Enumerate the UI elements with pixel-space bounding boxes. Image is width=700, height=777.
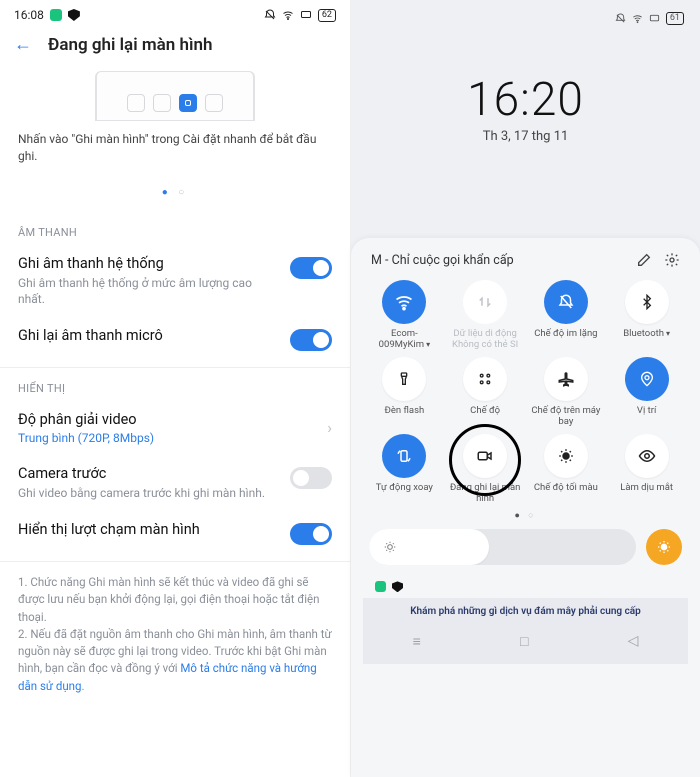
toggle-system-audio[interactable] (290, 257, 332, 279)
panel-page-indicator: ● ○ (363, 504, 688, 529)
cast-icon (300, 9, 312, 21)
qs-screen-record[interactable]: Đang ghi lại màn hình (446, 434, 525, 505)
chevron-right-icon: › (327, 418, 332, 437)
qs-wifi[interactable]: Ecom-009MyKim▾ (365, 280, 444, 351)
battery-icon: 61 (666, 12, 684, 25)
record-icon (463, 434, 507, 478)
wifi-icon (282, 9, 294, 21)
qs-eye-comfort[interactable]: Làm dịu mắt (607, 434, 686, 505)
row-title: Độ phân giải video (18, 411, 313, 428)
brightness-icon (544, 434, 588, 478)
mute-icon (615, 13, 626, 24)
toggle-show-touches[interactable] (290, 523, 332, 545)
qs-airplane[interactable]: Chế độ trên máy bay (527, 357, 606, 428)
nav-home-icon[interactable]: □ (520, 633, 528, 650)
qs-autorotate[interactable]: Tự động xoay (365, 434, 444, 505)
toggle-mic-audio[interactable] (290, 329, 332, 351)
row-title: Ghi âm thanh hệ thống (18, 255, 276, 272)
row-front-camera[interactable]: Camera trước Ghi video bằng camera trước… (0, 455, 350, 511)
eye-icon (625, 434, 669, 478)
battery-icon: 62 (318, 9, 336, 22)
page-indicator: ● ○ (0, 177, 350, 212)
row-subtitle: Ghi video bằng camera trước khi ghi màn … (18, 485, 276, 501)
status-bar: 61 (351, 0, 700, 33)
cast-icon (649, 13, 660, 24)
qs-silent[interactable]: Chế độ im lặng (527, 280, 606, 351)
qs-mode[interactable]: Chế độ (446, 357, 525, 428)
edit-icon[interactable] (636, 252, 652, 268)
flashlight-icon (382, 357, 426, 401)
wifi-icon (382, 280, 426, 324)
qs-mobile-data[interactable]: Dữ liệu di độngKhông có thẻ SI (446, 280, 525, 351)
row-subtitle: Ghi âm thanh hệ thống ở mức âm lượng cao… (18, 275, 276, 307)
toggle-front-camera[interactable] (290, 467, 332, 489)
lockscreen-clock: 16:20 Th 3, 17 thg 11 (351, 73, 700, 144)
row-title: Camera trước (18, 465, 276, 482)
hint-text: Nhấn vào "Ghi màn hình" trong Cài đặt nh… (0, 131, 350, 177)
section-header-sound: ÂM THANH (0, 212, 350, 245)
preview-illustration (95, 71, 255, 121)
brightness-slider[interactable] (369, 529, 636, 565)
row-resolution[interactable]: Độ phân giải video Trung bình (720P, 8Mb… (0, 401, 350, 455)
rotate-icon (382, 434, 426, 478)
cloud-banner[interactable]: Khám phá những gì dịch vụ đám mây phải c… (363, 598, 688, 623)
qs-bluetooth[interactable]: Bluetooth▾ (607, 280, 686, 351)
title-bar: ← Đang ghi lại màn hình (0, 28, 350, 71)
qs-location[interactable]: Vị trí (607, 357, 686, 428)
brightness-row (363, 529, 688, 577)
quick-settings-grid: Ecom-009MyKim▾ Dữ liệu di độngKhông có t… (363, 280, 688, 504)
qs-dark-mode[interactable]: Chế độ tối màu (527, 434, 606, 505)
clock-text: 16:08 (14, 8, 44, 22)
status-icons-row (363, 577, 688, 598)
row-show-touches[interactable]: Hiển thị lượt chạm màn hình (0, 511, 350, 555)
page-title: Đang ghi lại màn hình (48, 35, 212, 55)
qs-flashlight[interactable]: Đèn flash (365, 357, 444, 428)
row-value: Trung bình (720P, 8Mbps) (18, 431, 313, 445)
time-text: 16:20 (351, 73, 700, 127)
status-bar: 16:08 62 (0, 0, 350, 28)
footnote-2: 2. Nếu đã đặt nguồn âm thanh cho Ghi màn… (18, 626, 332, 695)
quick-settings-panel: M - Chỉ cuộc gọi khẩn cấp Ecom-009MyKim▾… (351, 238, 700, 777)
location-icon (625, 357, 669, 401)
bluetooth-icon (625, 280, 669, 324)
airplane-icon (544, 357, 588, 401)
footnote-1: 1. Chức năng Ghi màn hình sẽ kết thúc và… (18, 574, 332, 626)
footnotes: 1. Chức năng Ghi màn hình sẽ kết thúc và… (0, 562, 350, 707)
nav-bar: ≡ □ ◁ (363, 623, 688, 664)
back-arrow-icon[interactable]: ← (14, 34, 32, 55)
shield-icon (68, 9, 80, 21)
settings-icon[interactable] (664, 252, 680, 268)
nav-back-icon[interactable]: ◁ (628, 633, 639, 650)
bell-off-icon (544, 280, 588, 324)
app-chip-icon (50, 9, 62, 21)
shield-icon (392, 581, 403, 592)
sun-icon (383, 540, 397, 554)
nav-recents-icon[interactable]: ≡ (413, 633, 421, 650)
wifi-icon (632, 13, 643, 24)
row-mic-audio[interactable]: Ghi lại âm thanh micrô (0, 317, 350, 361)
mute-icon (264, 9, 276, 21)
section-header-display: HIỂN THỊ (0, 368, 350, 401)
carrier-text: M - Chỉ cuộc gọi khẩn cấp (371, 253, 514, 268)
app-chip-icon (375, 581, 386, 592)
grid-icon (463, 357, 507, 401)
sun-icon (656, 539, 672, 555)
row-system-audio[interactable]: Ghi âm thanh hệ thống Ghi âm thanh hệ th… (0, 245, 350, 317)
auto-brightness-button[interactable] (646, 529, 682, 565)
row-title: Ghi lại âm thanh micrô (18, 327, 276, 344)
date-text: Th 3, 17 thg 11 (351, 129, 700, 144)
row-title: Hiển thị lượt chạm màn hình (18, 521, 276, 538)
data-icon (463, 280, 507, 324)
